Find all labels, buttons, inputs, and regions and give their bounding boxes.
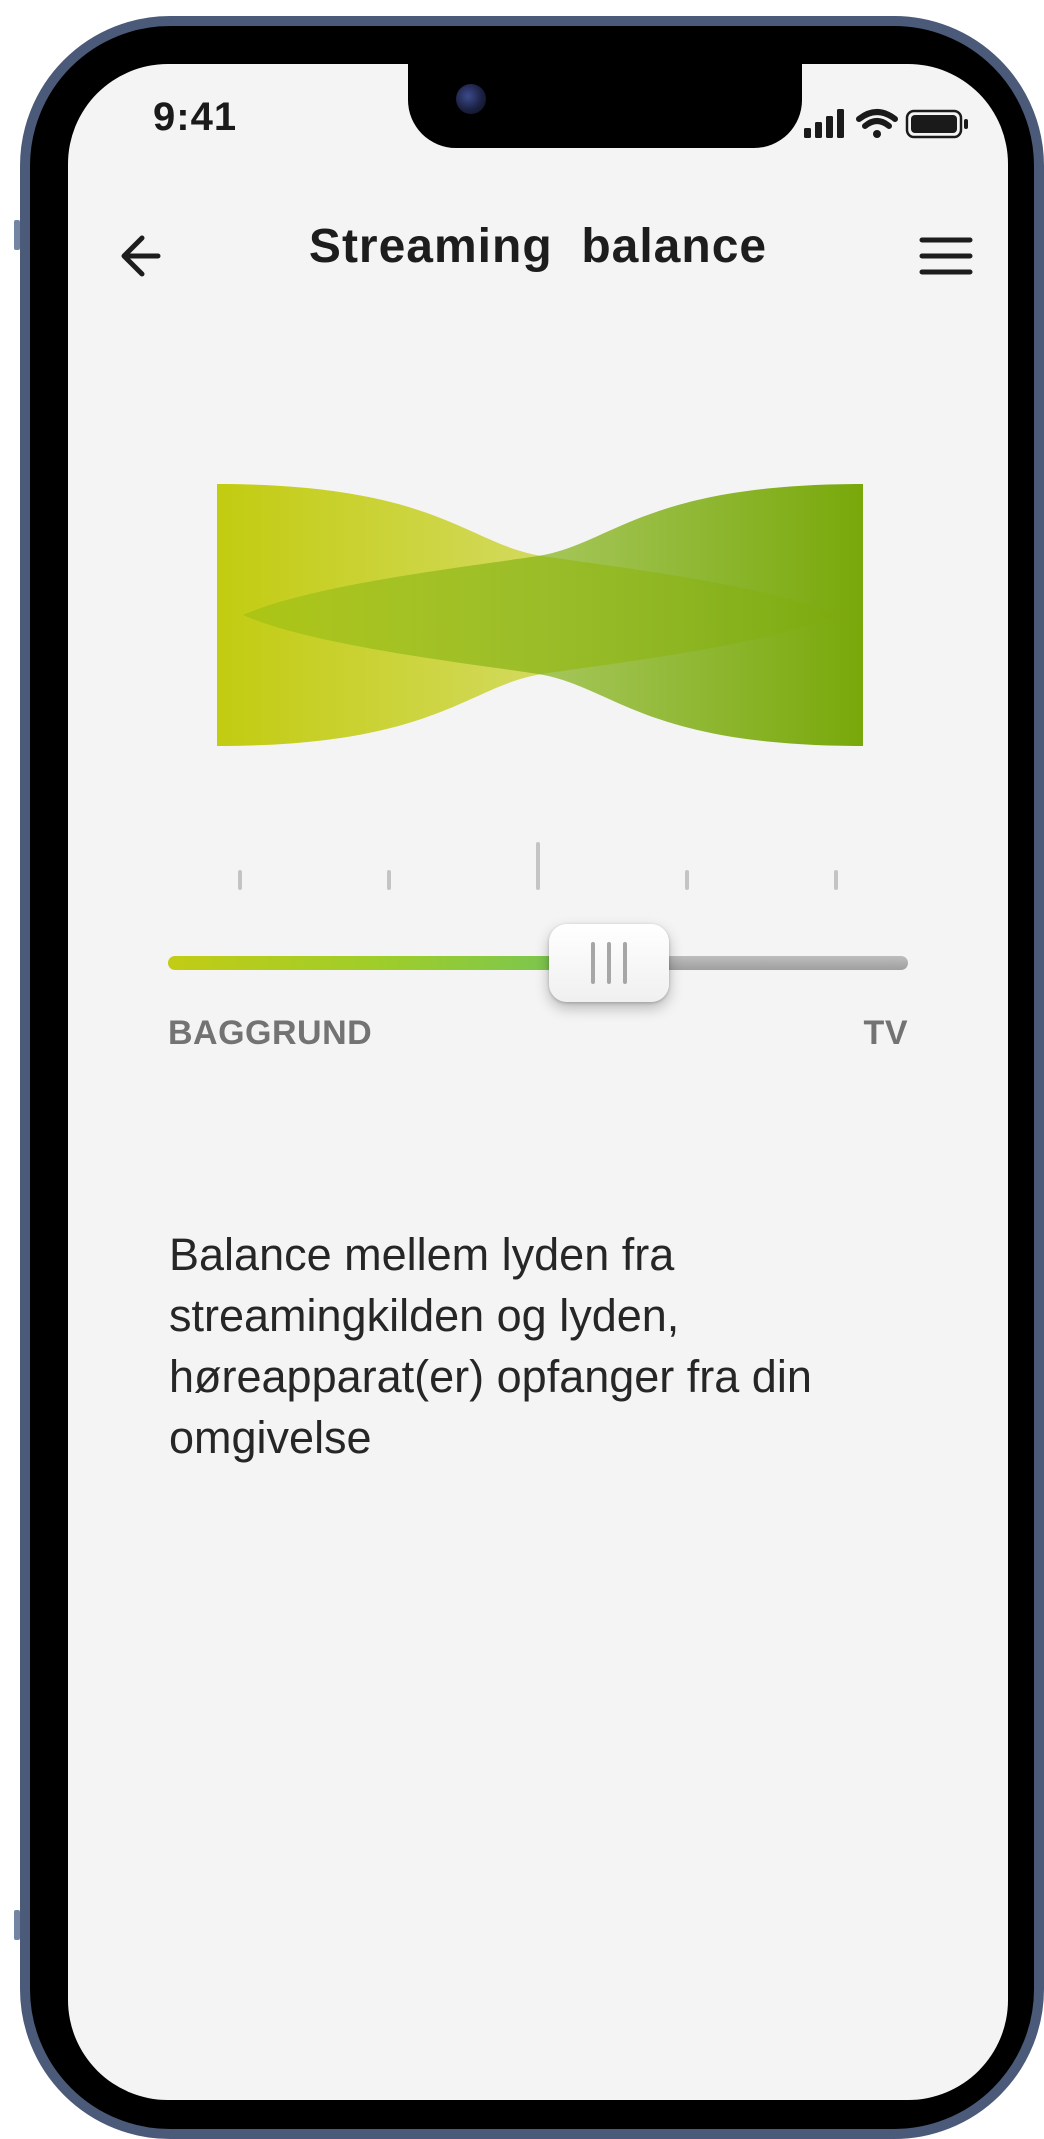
notch xyxy=(408,64,802,148)
cellular-signal-icon xyxy=(804,109,844,138)
balance-crossfade-graphic xyxy=(217,484,863,746)
screen: 9:41 Streaming balance BAGGRUND TV Balan… xyxy=(68,64,1008,2100)
status-time: 9:41 xyxy=(153,95,238,139)
side-button-volume xyxy=(14,1910,20,1940)
balance-slider[interactable] xyxy=(168,804,908,1004)
slider-tick xyxy=(387,870,391,890)
slider-tick xyxy=(685,870,689,890)
slider-tick xyxy=(238,870,242,890)
status-icons xyxy=(804,109,968,139)
slider-tick xyxy=(834,870,838,890)
battery-icon xyxy=(905,109,968,139)
side-button-mute xyxy=(14,220,20,250)
page-title: Streaming balance xyxy=(308,220,768,273)
slider-thumb[interactable] xyxy=(549,924,669,1002)
front-camera xyxy=(456,84,486,114)
hamburger-menu-icon xyxy=(919,237,973,275)
wifi-icon xyxy=(856,109,898,138)
menu-button[interactable] xyxy=(914,224,978,288)
description-text: Balance mellem lyden fra streamingkilden… xyxy=(169,1229,812,1463)
slider-label-tv: TV xyxy=(863,1014,908,1052)
slider-tick xyxy=(536,842,540,890)
slider-track-active[interactable] xyxy=(168,956,609,970)
slider-label-background: BAGGRUND xyxy=(168,1014,373,1052)
